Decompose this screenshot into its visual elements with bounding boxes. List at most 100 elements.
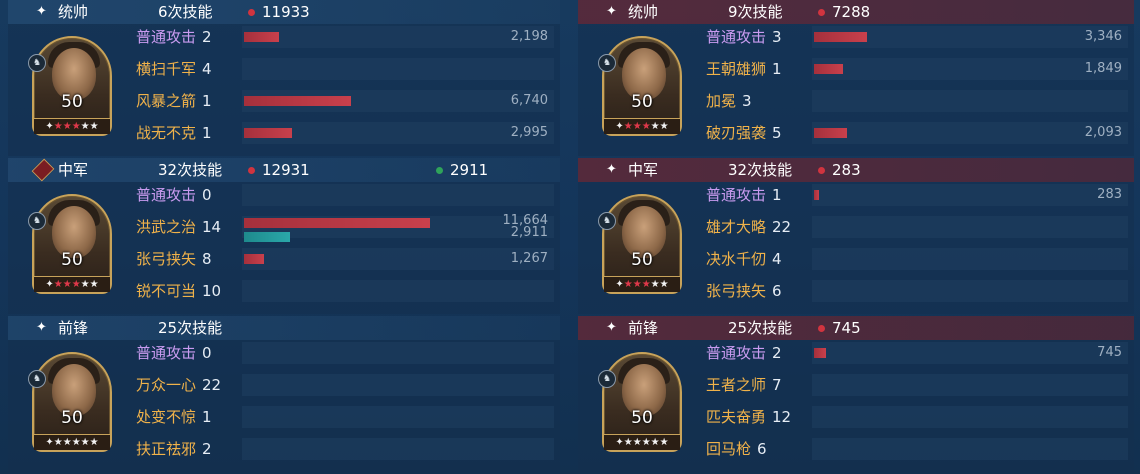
damage-bar <box>244 218 430 228</box>
skill-name: 雄才大略 <box>706 218 767 236</box>
skill-row: 加冕 3 <box>690 88 1134 114</box>
skill-name: 横扫千军 <box>136 60 197 78</box>
skill-row: 雄才大略 22 <box>690 214 1134 240</box>
skill-casts: 25次技能 <box>158 319 223 337</box>
general-body: ♞ 50 ✦★★★★★ 普通攻击 0 万众一心 22 处变不惊 1 扶正祛邪 2 <box>8 340 560 472</box>
skill-count: 2 <box>772 344 782 362</box>
general-portrait[interactable]: ♞ 50 ✦★★★★★ <box>598 352 682 460</box>
skill-count: 6 <box>772 282 782 300</box>
skill-bar-track <box>242 438 554 460</box>
skill-row: 万众一心 22 <box>120 372 560 398</box>
skill-name: 普通攻击 <box>706 186 767 204</box>
banner-icon <box>31 158 55 182</box>
skill-name: 普通攻击 <box>136 186 197 204</box>
horse-icon: ♞ <box>598 212 616 230</box>
general-portrait[interactable]: ♞ 50 ✦★★★★★ <box>28 194 112 302</box>
general-portrait[interactable]: ♞ 50 ✦★★★★★ <box>28 36 112 144</box>
horse-icon: ♞ <box>28 370 46 388</box>
left-team-panel: ✦ 统帅 6次技能 11933 ♞ 50 ✦★★★★★ 普通攻击 2 2,198 横扫千军 4 风暴之箭… <box>8 0 560 474</box>
skill-name: 王朝雄狮 <box>706 60 767 78</box>
skill-row: 扶正祛邪 2 <box>120 436 560 462</box>
skill-casts: 6次技能 <box>158 3 213 21</box>
damage-bar <box>244 96 351 106</box>
general-header: ✦ 统帅 9次技能 7288 <box>578 0 1134 24</box>
skill-count: 22 <box>772 218 792 236</box>
general-body: ♞ 50 ✦★★★★★ 普通攻击 2 2,198 横扫千军 4 风暴之箭 1 6,740 战无不克 1 2… <box>8 24 560 156</box>
role-label: 前锋 <box>58 319 89 337</box>
skill-name: 回马枪 <box>706 440 752 458</box>
role-label: 前锋 <box>628 319 659 337</box>
total-damage: 11933 <box>248 0 310 24</box>
skill-name: 普通攻击 <box>706 344 767 362</box>
sparkle-icon: ✦ <box>606 4 617 19</box>
skill-row: 普通攻击 0 <box>120 340 560 366</box>
skill-name: 破刃强袭 <box>706 124 767 142</box>
skill-count: 1 <box>202 92 212 110</box>
skill-count: 0 <box>202 186 212 204</box>
star-rating: ✦★★★★★ <box>34 118 110 134</box>
damage-bar <box>814 128 847 138</box>
skill-row: 战无不克 1 2,995 <box>120 120 560 146</box>
general-body: ♞ 50 ✦★★★★★ 普通攻击 3 3,346 王朝雄狮 1 1,849 加冕 3 破刃强袭 5 2,0… <box>578 24 1134 156</box>
skill-name: 扶正祛邪 <box>136 440 197 458</box>
general-header: ✦ 前锋 25次技能 <box>8 316 560 340</box>
general-level: 50 <box>61 92 83 112</box>
skill-row: 回马枪 6 <box>690 436 1134 462</box>
role-label: 中军 <box>58 161 89 179</box>
sparkle-icon: ✦ <box>606 162 617 177</box>
general-header: ✦ 中军 32次技能 283 <box>578 158 1134 182</box>
total-damage: 12931 <box>248 158 310 182</box>
skill-name: 洪武之治 <box>136 218 197 236</box>
skill-count: 3 <box>742 92 752 110</box>
skill-row: 普通攻击 0 <box>120 182 560 208</box>
right-team-panel: ✦ 统帅 9次技能 7288 ♞ 50 ✦★★★★★ 普通攻击 3 3,346 王朝雄狮 1 1,849… <box>578 0 1134 474</box>
general-header: ✦ 前锋 25次技能 745 <box>578 316 1134 340</box>
skill-count: 2 <box>202 28 212 46</box>
skill-count: 1 <box>202 124 212 142</box>
skill-bar-track <box>812 122 1128 144</box>
skill-count: 4 <box>772 250 782 268</box>
general-portrait[interactable]: ♞ 50 ✦★★★★★ <box>598 36 682 144</box>
skill-bar-track <box>242 406 554 428</box>
skill-bar-track <box>242 280 554 302</box>
damage-bar <box>814 348 826 358</box>
skill-name: 普通攻击 <box>706 28 767 46</box>
skill-bar-track <box>242 342 554 364</box>
skill-row: 王者之师 7 <box>690 372 1134 398</box>
skill-bar-track <box>242 374 554 396</box>
role-label: 统帅 <box>58 3 89 21</box>
skill-row: 风暴之箭 1 6,740 <box>120 88 560 114</box>
skill-count: 1 <box>772 186 782 204</box>
skill-bar-track <box>242 26 554 48</box>
skill-name: 处变不惊 <box>136 408 197 426</box>
general-level: 50 <box>631 408 653 428</box>
skill-name: 普通攻击 <box>136 28 197 46</box>
role-label: 中军 <box>628 161 659 179</box>
skill-bar-track <box>812 342 1128 364</box>
damage-bar <box>814 190 819 200</box>
skill-row: 破刃强袭 5 2,093 <box>690 120 1134 146</box>
skill-count: 3 <box>772 28 782 46</box>
general-portrait[interactable]: ♞ 50 ✦★★★★★ <box>28 352 112 460</box>
skill-damage-value: 1,267 <box>510 251 548 266</box>
skill-count: 5 <box>772 124 782 142</box>
skill-row: 匹夫奋勇 12 <box>690 404 1134 430</box>
star-rating: ✦★★★★★ <box>604 434 680 450</box>
skill-damage-value: 2,093 <box>1084 125 1122 140</box>
skill-bar-track <box>812 184 1128 206</box>
general-center-block: ✦ 中军 32次技能 283 ♞ 50 ✦★★★★★ 普通攻击 1 283 雄才大略 22 决水千仞 4 张… <box>578 158 1134 314</box>
skill-count: 22 <box>202 376 222 394</box>
damage-bar <box>814 64 843 74</box>
skill-count: 1 <box>772 60 782 78</box>
skill-name: 加冕 <box>706 92 737 110</box>
skill-name: 战无不克 <box>136 124 197 142</box>
skill-bar-track <box>812 374 1128 396</box>
skill-name: 王者之师 <box>706 376 767 394</box>
general-header: 中军 32次技能 12931 2911 <box>8 158 560 182</box>
skill-name: 决水千仞 <box>706 250 767 268</box>
total-heal: 2911 <box>435 158 488 182</box>
skill-name: 锐不可当 <box>136 282 197 300</box>
skill-bar-track <box>812 248 1128 270</box>
general-portrait[interactable]: ♞ 50 ✦★★★★★ <box>598 194 682 302</box>
horse-icon: ♞ <box>598 370 616 388</box>
